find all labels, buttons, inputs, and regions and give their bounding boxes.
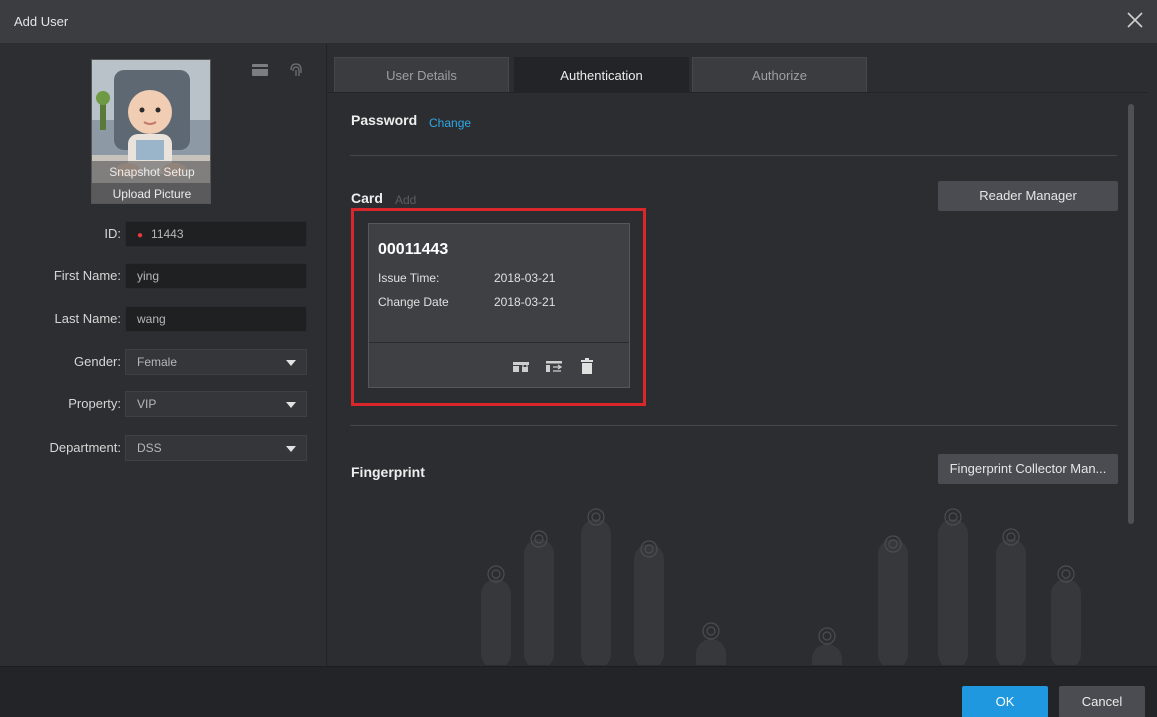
cancel-button[interactable]: Cancel: [1059, 686, 1145, 717]
department-row: Department: DSS: [0, 435, 327, 461]
chevron-down-icon: [286, 446, 296, 452]
id-row: ID: ● 11443: [0, 221, 327, 247]
window-title: Add User: [14, 14, 69, 29]
gender-select[interactable]: Female: [125, 349, 307, 375]
close-icon[interactable]: [1123, 8, 1147, 32]
property-value: VIP: [137, 397, 157, 411]
fingerprint-collector-button[interactable]: Fingerprint Collector Man...: [938, 454, 1118, 484]
change-date-label: Change Date: [378, 295, 449, 309]
tab-user-details[interactable]: User Details: [334, 57, 509, 92]
upload-picture-button[interactable]: Upload Picture: [92, 183, 210, 203]
card-replace-icon[interactable]: [545, 357, 563, 375]
gender-label: Gender:: [74, 354, 121, 369]
department-value: DSS: [137, 441, 162, 455]
card-icon[interactable]: [251, 61, 269, 79]
card-tile[interactable]: 00011443 Issue Time: 2018-03-21 Change D…: [368, 223, 630, 388]
last-name-row: Last Name: wang: [0, 306, 327, 332]
card-lock-icon[interactable]: [512, 357, 530, 375]
hands-fingerprint-illustration: [481, 508, 1081, 665]
tab-authentication[interactable]: Authentication: [514, 57, 689, 92]
snapshot-setup-button[interactable]: Snapshot Setup: [92, 161, 210, 183]
card-divider: [369, 342, 629, 343]
gender-row: Gender: Female: [0, 349, 327, 375]
chevron-down-icon: [286, 360, 296, 366]
divider: [350, 155, 1117, 156]
property-select[interactable]: VIP: [125, 391, 307, 417]
tab-authorize[interactable]: Authorize: [692, 57, 867, 92]
reader-manager-button[interactable]: Reader Manager: [938, 181, 1118, 211]
department-select[interactable]: DSS: [125, 435, 307, 461]
first-name-label: First Name:: [53, 268, 121, 283]
password-title: Password: [351, 112, 418, 128]
authentication-panel: User Details Authentication Authorize Pa…: [328, 44, 1157, 666]
ok-button[interactable]: OK: [962, 686, 1048, 717]
tabs-divider: [328, 92, 1148, 93]
property-row: Property: VIP: [0, 391, 327, 417]
add-card-link[interactable]: Add: [395, 193, 416, 207]
first-name-row: First Name: ying: [0, 263, 327, 289]
required-marker: ●: [137, 230, 144, 241]
id-field[interactable]: ● 11443: [125, 221, 307, 247]
change-password-link[interactable]: Change: [429, 116, 471, 130]
user-photo: Snapshot Setup Upload Picture: [91, 59, 211, 204]
title-bar: Add User: [0, 0, 1157, 44]
trash-icon[interactable]: [578, 357, 596, 375]
divider: [350, 425, 1117, 426]
property-label: Property:: [68, 396, 121, 411]
card-number: 00011443: [378, 241, 449, 258]
user-info-panel: Snapshot Setup Upload Picture ID: ● 11443…: [0, 44, 327, 666]
last-name-field[interactable]: wang: [125, 306, 307, 332]
fingerprint-title: Fingerprint: [351, 464, 425, 480]
card-title: Card: [351, 190, 383, 206]
scrollbar[interactable]: [1128, 104, 1134, 524]
issue-time-value: 2018-03-21: [494, 271, 556, 285]
issue-time-label: Issue Time:: [378, 271, 440, 285]
id-value: 11443: [151, 227, 184, 241]
dialog-footer: OK Cancel: [0, 666, 1157, 717]
gender-value: Female: [137, 355, 178, 369]
last-name-label: Last Name:: [54, 311, 121, 326]
id-label: ID:: [104, 226, 121, 241]
change-date-value: 2018-03-21: [494, 295, 556, 309]
first-name-field[interactable]: ying: [125, 263, 307, 289]
fingerprint-icon[interactable]: [287, 61, 305, 79]
chevron-down-icon: [286, 402, 296, 408]
department-label: Department:: [49, 440, 121, 455]
